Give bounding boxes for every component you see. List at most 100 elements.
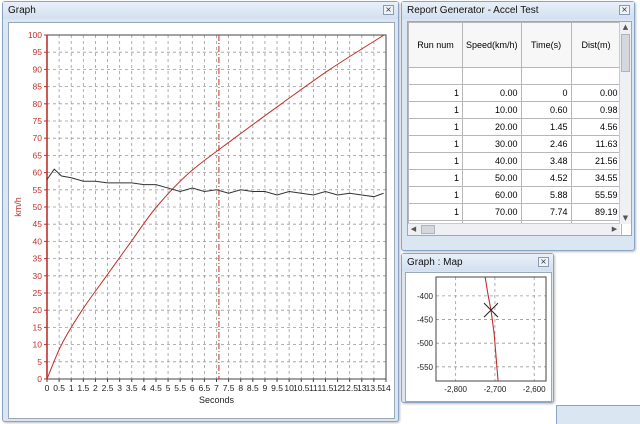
x-axis-label: Seconds — [199, 395, 235, 405]
table-cell: 50.00 — [462, 169, 522, 187]
column-header[interactable]: Time(s) — [520, 22, 572, 68]
table-cell: 55.59 — [570, 186, 622, 204]
x-tick-label: 8 — [238, 383, 243, 393]
map-y-tick-label: -450 — [417, 316, 434, 325]
table-cell: 0.00 — [462, 84, 522, 102]
x-tick-label: 2.5 — [102, 383, 114, 393]
table-cell: 21.56 — [570, 152, 622, 170]
x-tick-label: 8.5 — [247, 383, 259, 393]
scroll-thumb[interactable] — [621, 34, 630, 72]
x-tick-label: 0 — [45, 383, 50, 393]
scroll-down-icon[interactable]: ▼ — [620, 213, 631, 224]
graph-window[interactable]: Graph × 0 5 10 15 20 25 30 35 40 45 50 55 60 65 70 75 80… — [2, 1, 399, 422]
table-cell: 0.00 — [570, 84, 622, 102]
map-plot-frame — [435, 276, 547, 382]
y-tick-label: 35 — [33, 254, 43, 264]
x-tick-label: 7.5 — [223, 383, 235, 393]
x-tick-label: 1 — [69, 383, 74, 393]
scroll-left-icon[interactable]: ◀ — [408, 224, 419, 235]
table-cell: 1 — [408, 118, 463, 136]
table-cell: 40.00 — [462, 152, 522, 170]
y-tick-label: 15 — [33, 322, 43, 332]
report-table: Run num Speed(km/h) Time(s) Dist(m) 1 0.0… — [408, 22, 622, 235]
x-tick-label: 10.5 — [293, 383, 310, 393]
y-tick-label: 50 — [33, 202, 43, 212]
map-y-tick-label: -400 — [417, 292, 434, 301]
y-tick-label: 65 — [33, 150, 43, 160]
x-tick-label: 9.5 — [271, 383, 283, 393]
map-window[interactable]: Graph : Map × -400 -450 -500 -550 -2,800 -2,7… — [401, 253, 554, 403]
table-cell: 3.48 — [520, 152, 572, 170]
x-tick-label: 5 — [166, 383, 171, 393]
table-cell: 2.46 — [520, 135, 572, 153]
x-tick-label: 3 — [117, 383, 122, 393]
map-close-button[interactable]: × — [538, 257, 549, 267]
table-cell: 11.63 — [570, 135, 622, 153]
y-tick-label: 45 — [33, 219, 43, 229]
scroll-thumb[interactable] — [421, 225, 435, 234]
table-cell: 0.60 — [520, 101, 572, 119]
report-window[interactable]: Report Generator - Accel Test × Run num … — [401, 1, 635, 251]
table-cell: 5.88 — [520, 186, 572, 204]
graph-close-button[interactable]: × — [383, 5, 394, 15]
x-tick-label: 9 — [263, 383, 268, 393]
table-cell: 1 — [408, 169, 463, 187]
table-cell: 7.74 — [520, 203, 572, 221]
column-header[interactable]: Speed(km/h) — [462, 22, 522, 68]
scroll-up-icon[interactable]: ▲ — [620, 22, 631, 33]
table-cell: 30.00 — [462, 135, 522, 153]
report-horizontal-scrollbar[interactable]: ◀ ▶ — [408, 223, 620, 235]
close-icon: × — [385, 5, 392, 14]
report-close-button[interactable]: × — [619, 5, 630, 15]
speed-chart: 0 5 10 15 20 25 30 35 40 45 50 55 60 65 70 75 80 85 90 95 10… — [8, 22, 395, 419]
column-header[interactable]: Run num — [408, 22, 463, 68]
x-tick-label: 14 — [381, 383, 391, 393]
background-window-edge — [556, 405, 640, 424]
map-x-tick-label: -2,700 — [484, 385, 507, 394]
report-vertical-scrollbar[interactable]: ▲ ▼ — [619, 22, 631, 224]
report-window-title: Report Generator - Accel Test — [402, 2, 634, 19]
table-row[interactable]: 1 20.00 1.45 4.56 — [408, 118, 622, 136]
table-row[interactable]: 1 50.00 4.52 34.55 — [408, 169, 622, 187]
map-x-tick-label: -2,600 — [523, 385, 546, 394]
y-tick-label: 60 — [33, 168, 43, 178]
map-track-line-0 — [484, 276, 499, 382]
close-icon: × — [540, 257, 547, 266]
y-tick-label: 75 — [33, 116, 43, 126]
x-tick-label: 12.5 — [341, 383, 358, 393]
map-chart: -400 -450 -500 -550 -2,800 -2,700 -2,600 — [405, 272, 552, 402]
table-row[interactable]: 1 70.00 7.74 89.19 — [408, 203, 622, 221]
table-cell: 4.56 — [570, 118, 622, 136]
table-cell: 20.00 — [462, 118, 522, 136]
map-y-tick-label: -550 — [417, 363, 434, 372]
x-tick-label: 7 — [214, 383, 219, 393]
table-cell: 10.00 — [462, 101, 522, 119]
map-x-tick-label: -2,800 — [444, 385, 467, 394]
x-tick-label: 0.5 — [53, 383, 65, 393]
column-header[interactable]: Dist(m) — [570, 22, 622, 68]
table-cell: 1 — [408, 152, 463, 170]
series-line-1 — [46, 168, 384, 198]
map-chart-svg: -400 -450 -500 -550 -2,800 -2,700 -2,600 — [417, 276, 547, 394]
y-tick-label: 40 — [33, 236, 43, 246]
table-cell: 0.98 — [570, 101, 622, 119]
x-tick-label: 2 — [93, 383, 98, 393]
table-row[interactable]: 1 0.00 0 0.00 — [408, 84, 622, 102]
table-cell: 1 — [408, 135, 463, 153]
x-tick-label: 5.5 — [174, 383, 186, 393]
table-cell: 70.00 — [462, 203, 522, 221]
table-row[interactable]: 1 10.00 0.60 0.98 — [408, 101, 622, 119]
scroll-right-icon[interactable]: ▶ — [609, 224, 620, 235]
y-tick-label: 10 — [33, 340, 43, 350]
x-tick-label: 4 — [141, 383, 146, 393]
table-row[interactable]: 1 40.00 3.48 21.56 — [408, 152, 622, 170]
map-window-title: Graph : Map — [402, 254, 553, 271]
x-tick-label: 4.5 — [150, 383, 162, 393]
table-cell: 1 — [408, 84, 463, 102]
close-icon: × — [621, 5, 628, 14]
table-row[interactable]: 1 30.00 2.46 11.63 — [408, 135, 622, 153]
table-row[interactable]: 1 60.00 5.88 55.59 — [408, 186, 622, 204]
speed-chart-svg: 0510152025303540455055606570758085909510… — [13, 30, 391, 405]
y-tick-label: 30 — [33, 271, 43, 281]
table-cell: 34.55 — [570, 169, 622, 187]
